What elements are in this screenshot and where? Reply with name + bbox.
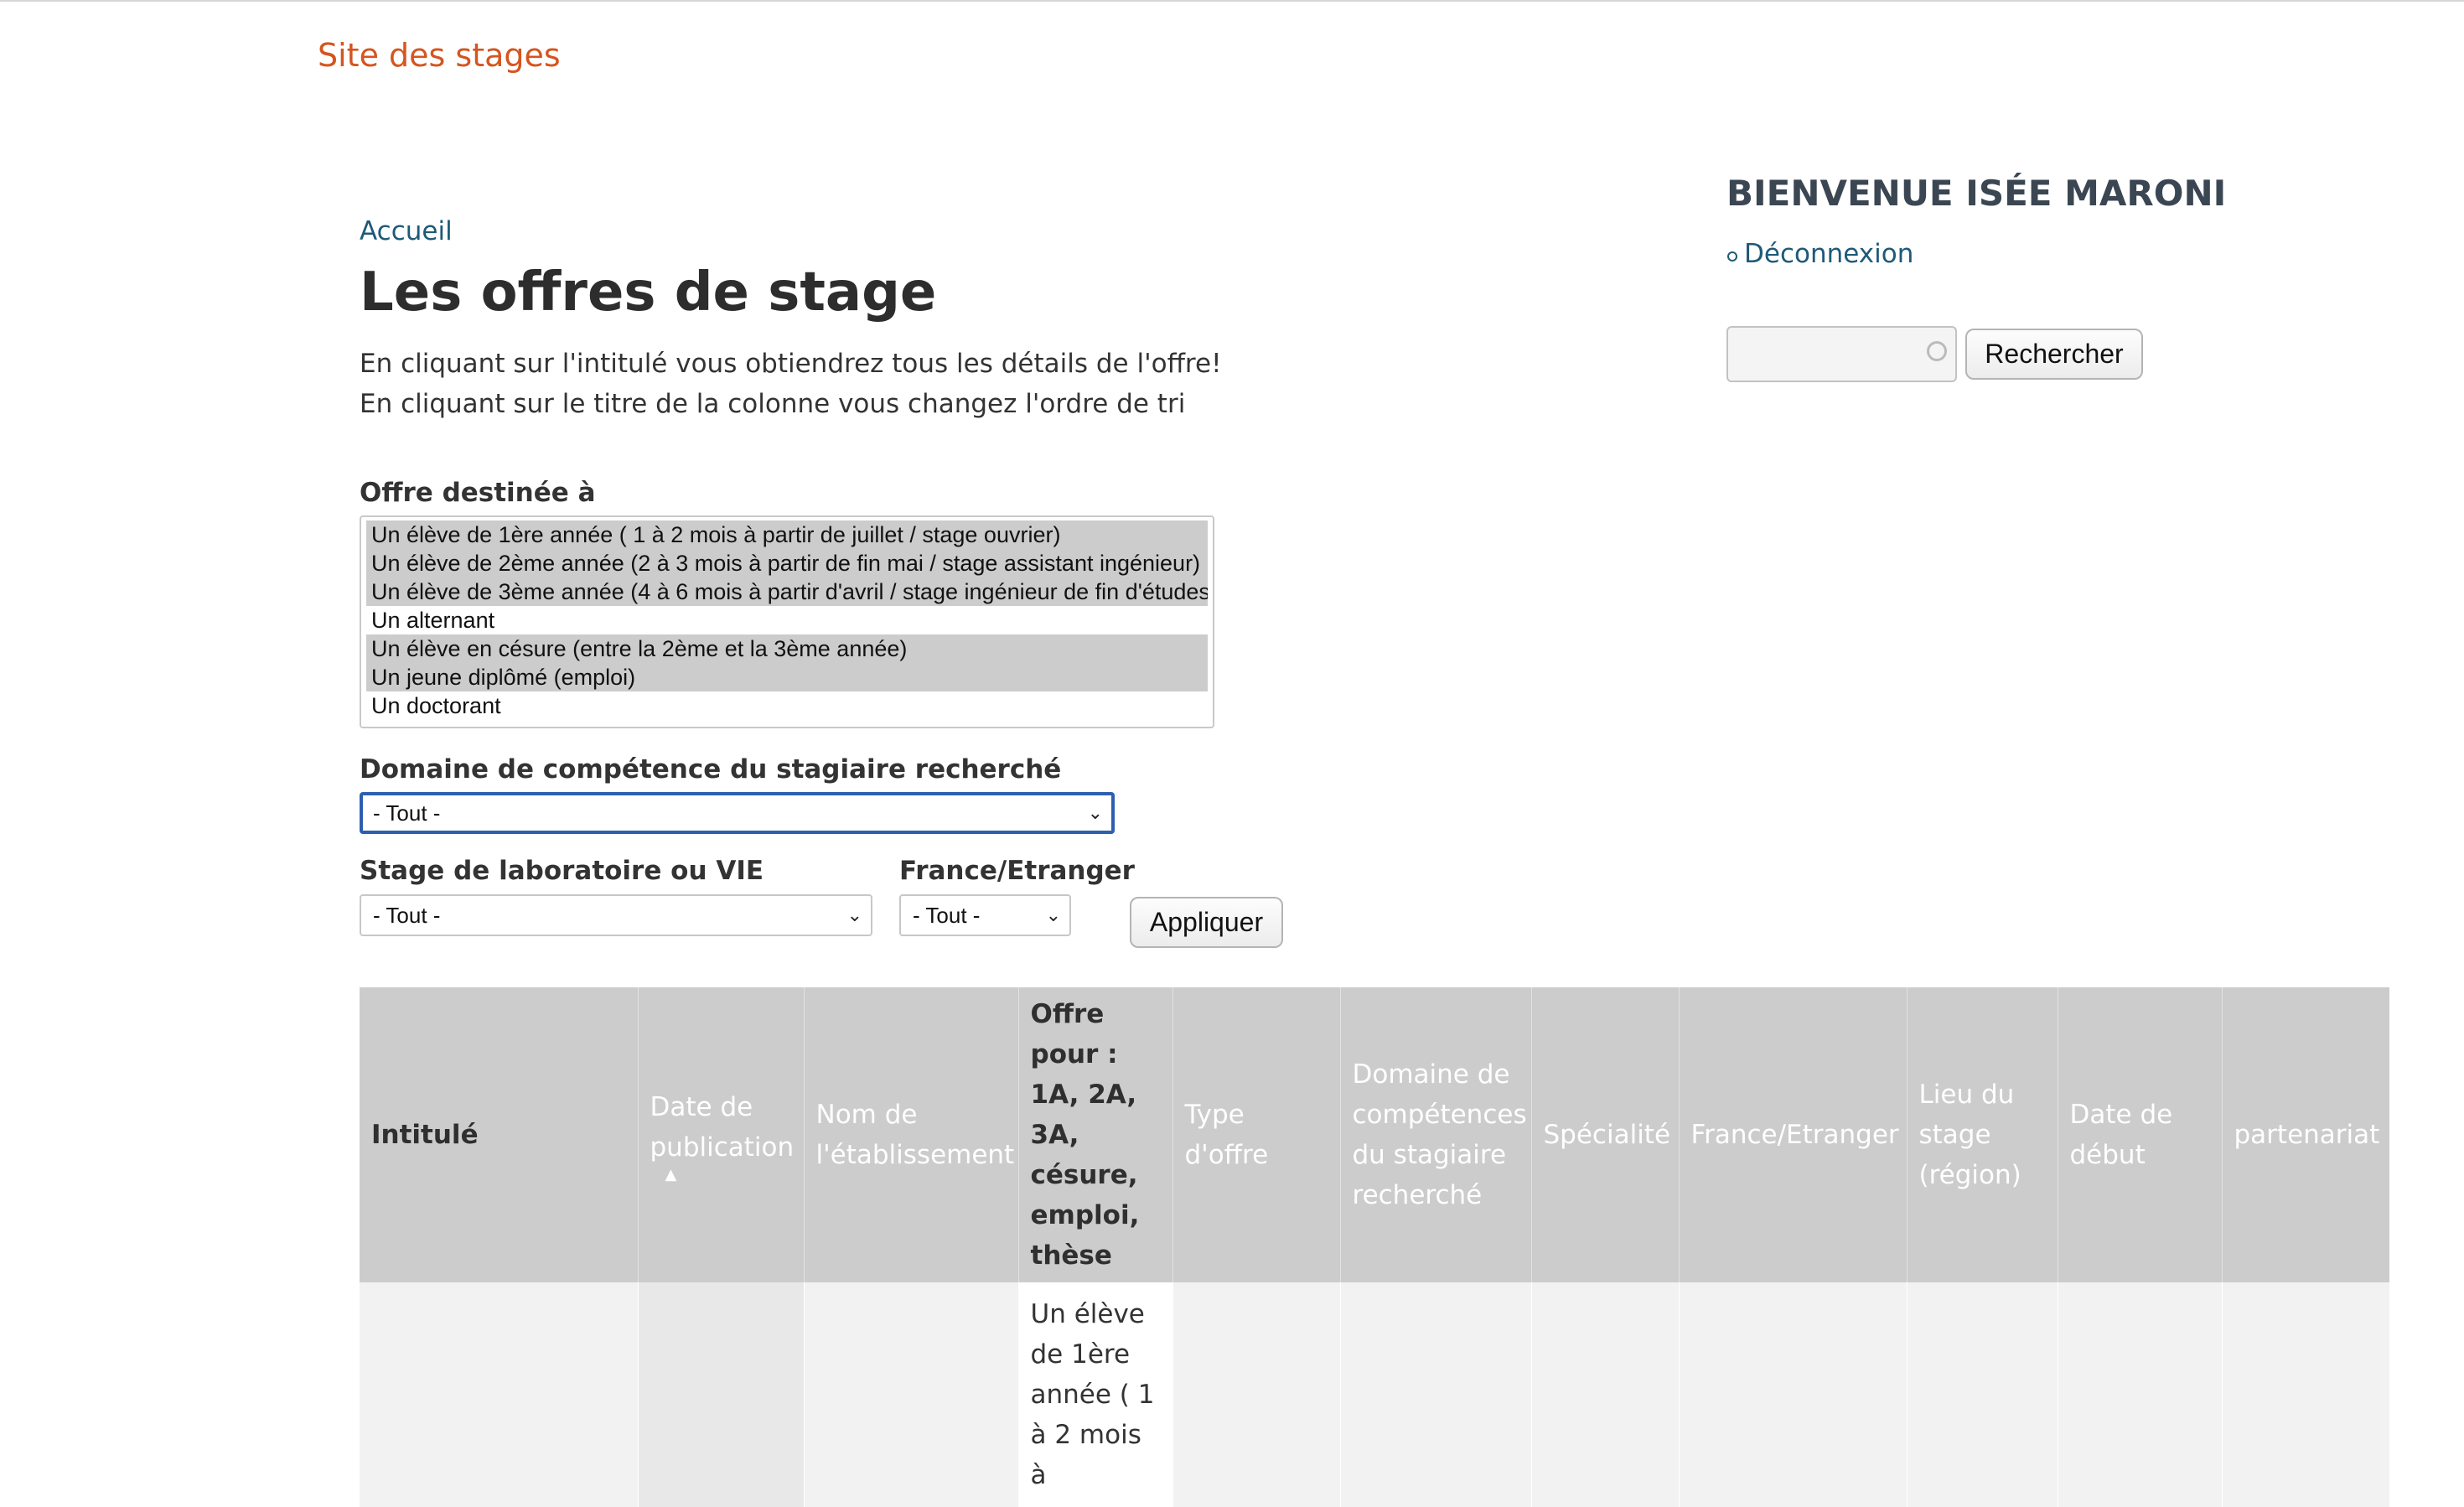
table-cell (360, 1282, 638, 1507)
search-input[interactable] (1726, 326, 1957, 382)
logout-link[interactable]: Déconnexion (1744, 239, 1913, 269)
audience-label: Offre destinée à (360, 478, 596, 508)
audience-option-doctorant[interactable]: Un doctorant (366, 691, 1208, 720)
column-header-date-publication[interactable]: Date de publication ▲ (637, 987, 804, 1282)
table-cell: Un élève de 1ère année ( 1 à 2 mois à (1017, 1282, 1172, 1507)
top-border (0, 0, 2464, 2)
table-cell (1172, 1282, 1340, 1507)
domain-label: Domaine de compétence du stagiaire reche… (360, 754, 1062, 785)
intro-line-2: En cliquant sur le titre de la colonne v… (360, 389, 1186, 419)
chevron-down-icon: ⌄ (846, 904, 862, 925)
column-header-intitule[interactable]: Intitulé (360, 987, 638, 1282)
column-header-specialite[interactable]: Spécialité (1530, 987, 1679, 1282)
country-select-value: - Tout - (913, 903, 981, 928)
table-cell (1339, 1282, 1531, 1507)
audience-option-cesure[interactable]: Un élève en césure (entre la 2ème et la … (366, 634, 1208, 663)
domain-select-value: - Tout - (373, 800, 441, 826)
country-select[interactable]: - Tout - ⌄ (899, 894, 1071, 936)
lab-vie-select-value: - Tout - (373, 903, 441, 928)
table-cell (1678, 1282, 1907, 1507)
audience-option-jeune-diplome[interactable]: Un jeune diplômé (emploi) (366, 663, 1208, 691)
welcome-heading: BIENVENUE ISÉE MARONI (1726, 173, 2227, 214)
table-cell (637, 1282, 804, 1507)
table-cell (2057, 1282, 2222, 1507)
audience-option-1a[interactable]: Un élève de 1ère année ( 1 à 2 mois à pa… (366, 520, 1208, 549)
intro-line-1: En cliquant sur l'intitulé vous obtiendr… (360, 349, 1222, 379)
intro-text: En cliquant sur l'intitulé vous obtiendr… (360, 344, 1222, 424)
table-header-row: Intitulé Date de publication ▲ Nom de l'… (360, 987, 2389, 1282)
table-cell (1906, 1282, 2058, 1507)
audience-option-3a[interactable]: Un élève de 3ème année (4 à 6 mois à par… (366, 577, 1208, 606)
audience-option-alternant[interactable]: Un alternant (366, 606, 1208, 634)
column-header-type-offre[interactable]: Type d'offre (1172, 987, 1340, 1282)
offers-table: Intitulé Date de publication ▲ Nom de l'… (360, 987, 2389, 1507)
lab-vie-select[interactable]: - Tout - ⌄ (360, 894, 872, 936)
search-icon (1927, 341, 1947, 361)
breadcrumb-home-link[interactable]: Accueil (360, 216, 453, 246)
column-header-lieu[interactable]: Lieu du stage (région) (1906, 987, 2058, 1282)
audience-multiselect[interactable]: Un élève de 1ère année ( 1 à 2 mois à pa… (360, 515, 1214, 728)
column-header-domaine[interactable]: Domaine de compétences du stagiaire rech… (1339, 987, 1531, 1282)
column-header-date-debut[interactable]: Date de début (2057, 987, 2222, 1282)
column-header-offre-pour[interactable]: Offre pour : 1A, 2A, 3A, césure, emploi,… (1017, 987, 1172, 1282)
chevron-down-icon: ⌄ (1087, 802, 1103, 823)
page-title: Les offres de stage (360, 262, 937, 324)
column-header-partenariat[interactable]: partenariat (2221, 987, 2389, 1282)
sort-ascending-icon: ▲ (665, 1166, 677, 1183)
table-cell (1530, 1282, 1679, 1507)
search-button[interactable]: Rechercher (1965, 329, 2143, 380)
table-cell (803, 1282, 1018, 1507)
column-header-label: Date de publication (650, 1092, 795, 1163)
table-cell (2221, 1282, 2389, 1507)
chevron-down-icon: ⌄ (1045, 904, 1061, 925)
column-header-france-etranger[interactable]: France/Etranger (1678, 987, 1907, 1282)
domain-select[interactable]: - Tout - ⌄ (360, 792, 1115, 834)
bullet-icon (1727, 251, 1737, 262)
lab-vie-label: Stage de laboratoire ou VIE (360, 856, 764, 886)
site-title-link[interactable]: Site des stages (318, 37, 561, 74)
apply-button[interactable]: Appliquer (1130, 897, 1283, 948)
country-label: France/Etranger (899, 856, 1135, 886)
audience-option-2a[interactable]: Un élève de 2ème année (2 à 3 mois à par… (366, 549, 1208, 577)
table-row: Un élève de 1ère année ( 1 à 2 mois à (360, 1282, 2389, 1507)
column-header-etablissement[interactable]: Nom de l'établissement (803, 987, 1018, 1282)
